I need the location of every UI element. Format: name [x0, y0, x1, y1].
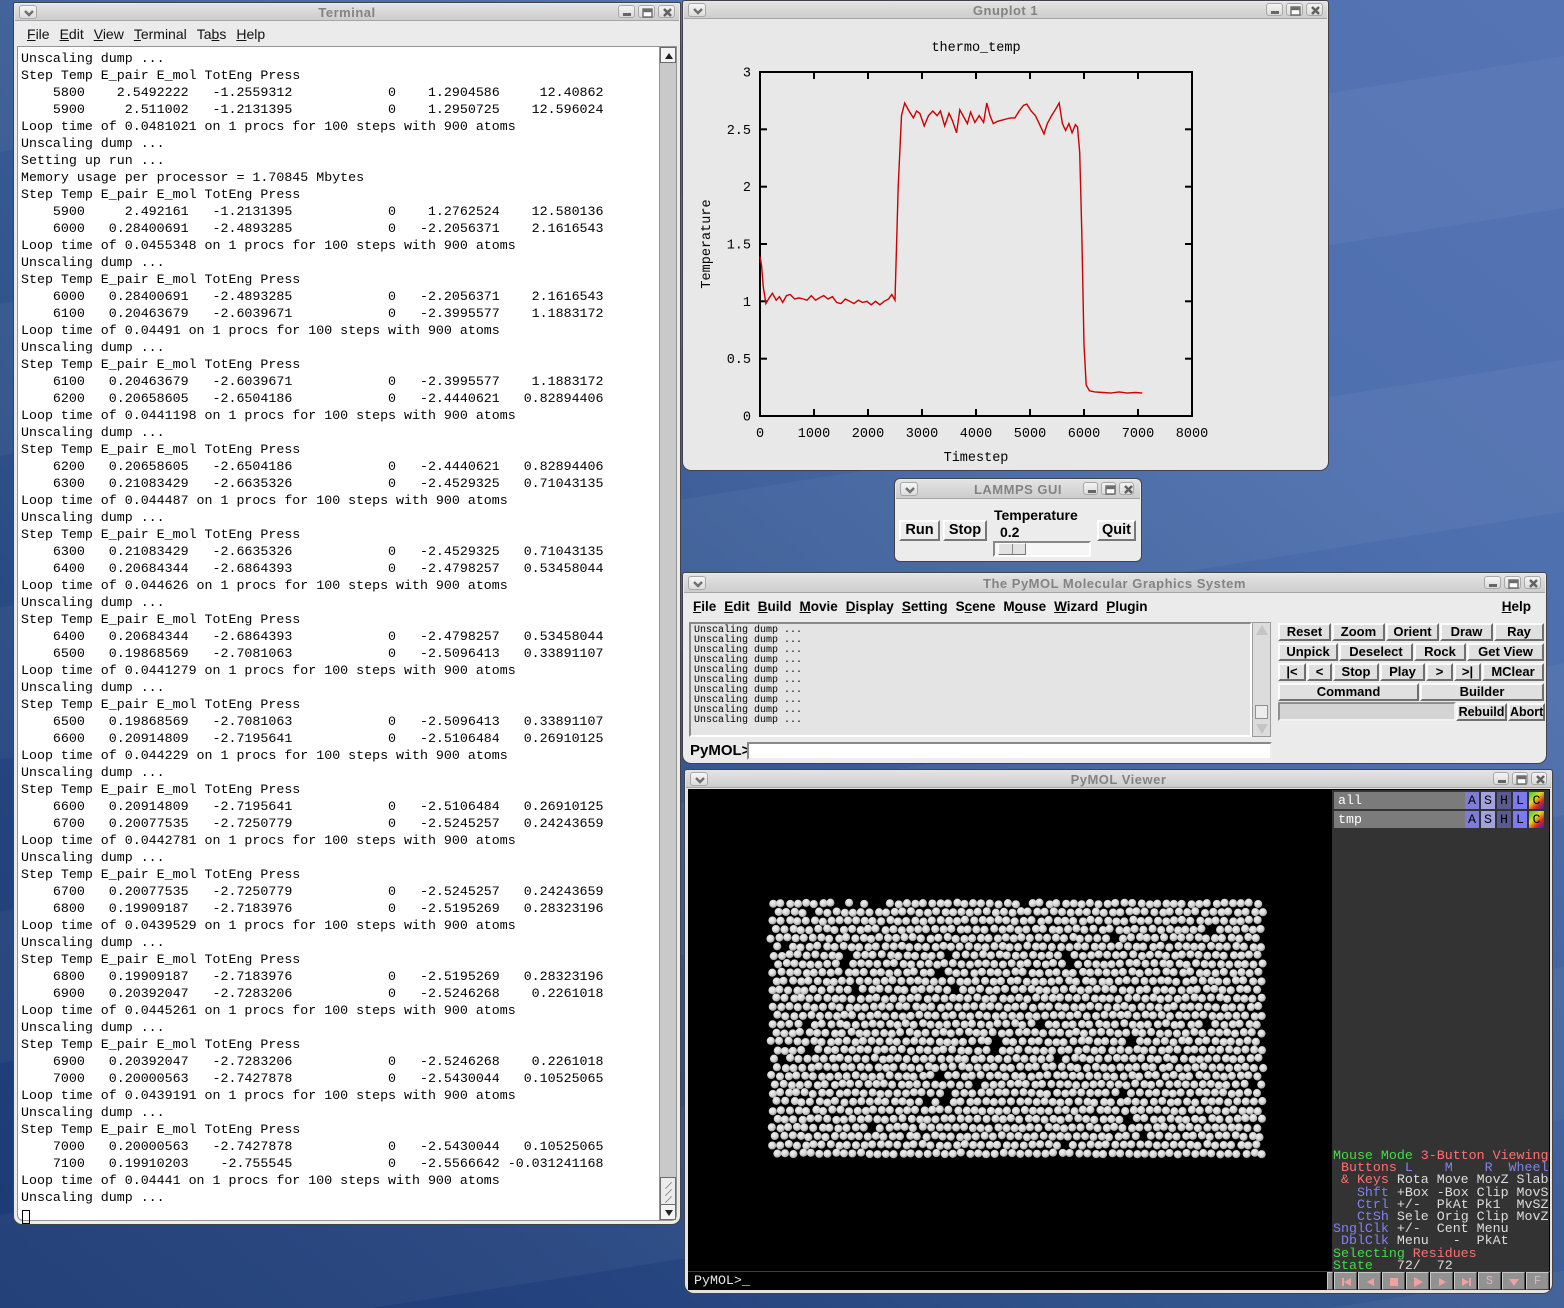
svg-text:1: 1 [743, 296, 751, 311]
svg-text:3000: 3000 [906, 427, 938, 442]
svg-text:0: 0 [743, 411, 751, 426]
svg-text:3: 3 [743, 67, 751, 82]
svg-text:5000: 5000 [1014, 427, 1046, 442]
svg-text:1000: 1000 [798, 427, 830, 442]
svg-text:2.5: 2.5 [727, 124, 751, 139]
svg-text:Temperature: Temperature [700, 199, 715, 288]
svg-text:0: 0 [756, 427, 764, 442]
svg-text:2000: 2000 [852, 427, 884, 442]
svg-text:0.5: 0.5 [727, 353, 751, 368]
svg-text:thermo_temp: thermo_temp [931, 41, 1020, 56]
svg-text:1.5: 1.5 [727, 239, 751, 254]
svg-text:4000: 4000 [960, 427, 992, 442]
svg-text:Timestep: Timestep [944, 451, 1009, 466]
svg-text:8000: 8000 [1176, 427, 1208, 442]
svg-text:2: 2 [743, 181, 751, 196]
svg-text:7000: 7000 [1122, 427, 1154, 442]
svg-text:6000: 6000 [1068, 427, 1100, 442]
